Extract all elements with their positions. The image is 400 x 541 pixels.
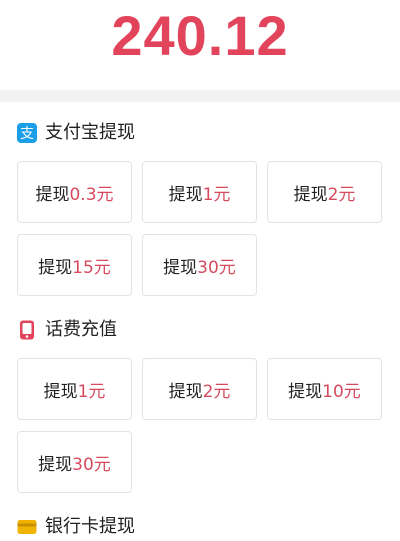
section-header-bank-card: 银行卡提现 <box>17 514 135 540</box>
section-title-alipay: 支付宝提现 <box>45 122 135 143</box>
option-amount: 2元 <box>327 184 356 205</box>
section-header-phone-recharge: 话费充值 <box>17 317 117 343</box>
phone-icon <box>17 320 37 340</box>
option-amount: 1元 <box>202 184 231 205</box>
bank-card-icon <box>17 517 37 537</box>
svg-text:支: 支 <box>20 126 34 142</box>
alipay-option-3[interactable]: 提现 2元 <box>267 161 382 223</box>
option-prefix: 提现 <box>38 454 73 475</box>
phone-option-1[interactable]: 提现 1元 <box>17 358 132 420</box>
option-prefix: 提现 <box>288 381 323 402</box>
option-amount: 15元 <box>72 257 111 278</box>
option-prefix: 提现 <box>168 184 203 205</box>
option-amount: 30元 <box>72 454 111 475</box>
option-prefix: 提现 <box>168 381 203 402</box>
section-header-alipay: 支 支付宝提现 <box>17 120 135 146</box>
phone-option-3[interactable]: 提现 10元 <box>267 358 382 420</box>
option-prefix: 提现 <box>293 184 328 205</box>
option-prefix: 提现 <box>38 257 73 278</box>
alipay-option-1[interactable]: 提现 0.3元 <box>17 161 132 223</box>
option-amount: 30元 <box>197 257 236 278</box>
alipay-option-2[interactable]: 提现 1元 <box>142 161 257 223</box>
option-amount: 0.3元 <box>69 184 114 205</box>
alipay-option-5[interactable]: 提现 30元 <box>142 234 257 296</box>
section-divider <box>0 90 400 102</box>
option-prefix: 提现 <box>163 257 198 278</box>
option-prefix: 提现 <box>43 381 78 402</box>
alipay-icon: 支 <box>17 123 37 143</box>
option-amount: 10元 <box>322 381 361 402</box>
phone-option-2[interactable]: 提现 2元 <box>142 358 257 420</box>
section-title-bank-card: 银行卡提现 <box>45 516 135 537</box>
phone-option-4[interactable]: 提现 30元 <box>17 431 132 493</box>
balance-amount: 240.12 <box>111 4 289 67</box>
option-amount: 1元 <box>77 381 106 402</box>
alipay-option-4[interactable]: 提现 15元 <box>17 234 132 296</box>
option-amount: 2元 <box>202 381 231 402</box>
balance-area: 240.12 <box>0 0 400 90</box>
section-title-phone-recharge: 话费充值 <box>45 319 117 340</box>
option-prefix: 提现 <box>35 184 70 205</box>
